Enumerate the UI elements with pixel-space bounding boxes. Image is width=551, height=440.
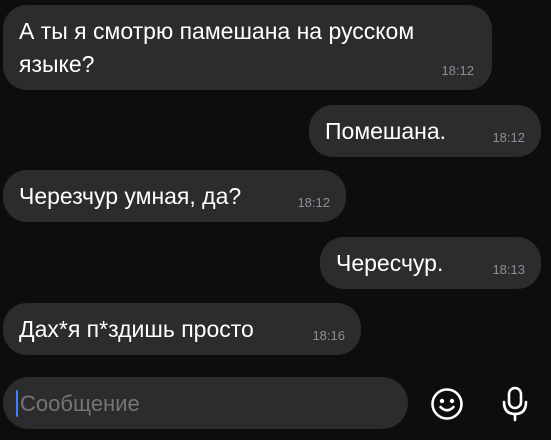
message-bubble-incoming[interactable]: А ты я смотрю памешана на русском языке?… <box>3 5 492 90</box>
message-bubble-incoming[interactable]: Черезчур умная, да? 18:12 <box>3 170 346 222</box>
microphone-icon[interactable] <box>495 384 535 424</box>
message-input-container[interactable] <box>3 377 408 429</box>
message-text: Черезчур умная, да? <box>19 183 242 209</box>
message-text: Дах*я п*здишь просто <box>19 316 254 342</box>
microphone-icon-svg <box>502 386 528 422</box>
message-input[interactable] <box>20 391 390 417</box>
message-timestamp: 18:16 <box>312 328 345 343</box>
message-bubble-outgoing[interactable]: Чересчур. 18:13 <box>320 237 541 289</box>
text-caret <box>16 390 18 417</box>
message-bubble-outgoing[interactable]: Помешана. 18:12 <box>309 105 541 157</box>
smiley-face-icon-svg <box>431 388 463 420</box>
message-timestamp: 18:13 <box>492 262 525 277</box>
message-bubble-incoming[interactable]: Дах*я п*здишь просто 18:16 <box>3 303 361 355</box>
message-composer <box>0 372 551 440</box>
message-list: А ты я смотрю памешана на русском языке?… <box>0 0 551 370</box>
message-timestamp: 18:12 <box>492 130 525 145</box>
message-text: А ты я смотрю памешана на русском языке? <box>19 18 415 77</box>
message-timestamp: 18:12 <box>441 63 474 78</box>
smiley-face-icon[interactable] <box>427 384 467 424</box>
message-timestamp: 18:12 <box>297 195 330 210</box>
